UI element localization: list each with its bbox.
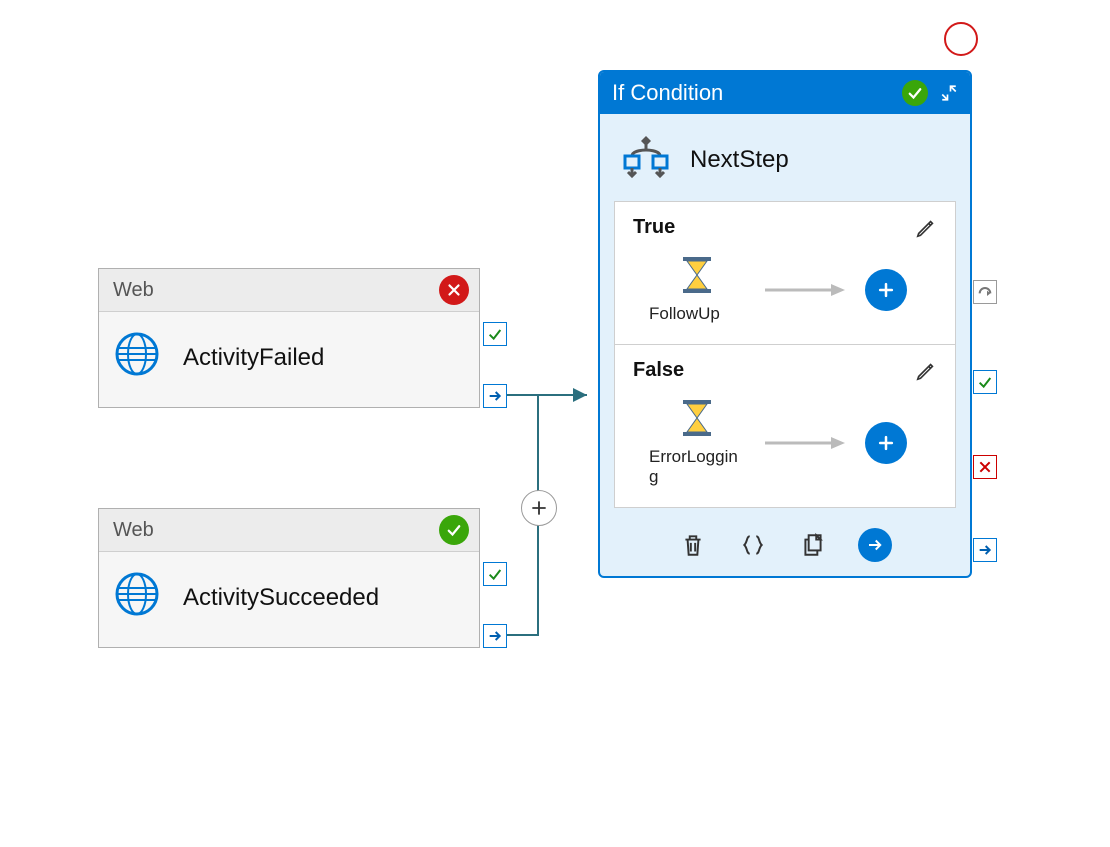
port-completion-if[interactable] <box>973 538 997 562</box>
activity-name: ActivityFailed <box>183 344 324 372</box>
wait-activity-false[interactable]: ErrorLogging <box>649 398 745 487</box>
hourglass-icon <box>679 398 715 447</box>
activity-type-label: Web <box>113 279 154 302</box>
code-braces-icon[interactable] <box>738 530 768 560</box>
flow-arrow <box>765 283 845 297</box>
branch-false[interactable]: False <box>615 344 955 507</box>
if-condition-name: NextStep <box>690 146 789 174</box>
activity-name: ActivitySucceeded <box>183 584 379 612</box>
selection-indicator-circle <box>944 22 978 56</box>
if-condition-name-row: NextStep <box>600 114 970 201</box>
flow-arrow <box>765 436 845 450</box>
wait-activity-name: ErrorLogging <box>649 447 745 487</box>
activity-web-succeeded[interactable]: Web ActivitySucceeded <box>98 508 480 648</box>
port-skipped-if[interactable] <box>973 280 997 304</box>
branch-container: True <box>614 201 956 508</box>
activity-body: ActivitySucceeded <box>99 552 479 647</box>
hourglass-icon <box>679 255 715 304</box>
if-condition-activity[interactable]: If Condition <box>598 70 972 578</box>
activity-header: Web <box>99 269 479 312</box>
next-icon[interactable] <box>858 528 892 562</box>
edit-branch-icon[interactable] <box>915 360 937 382</box>
wait-activity-name: FollowUp <box>649 304 745 324</box>
port-success-if[interactable] <box>973 370 997 394</box>
activity-body: ActivityFailed <box>99 312 479 407</box>
port-completion-activity-failed[interactable] <box>483 384 507 408</box>
globe-icon <box>113 330 161 385</box>
if-condition-toolbar <box>600 518 970 576</box>
branch-label-true: True <box>633 216 675 239</box>
add-activity-junction[interactable] <box>521 490 557 526</box>
branch-icon <box>620 132 672 187</box>
edit-branch-icon[interactable] <box>915 217 937 239</box>
add-activity-false-button[interactable] <box>865 422 907 464</box>
branch-true[interactable]: True <box>615 202 955 344</box>
globe-icon <box>113 570 161 625</box>
status-failed-icon <box>439 275 469 305</box>
copy-icon[interactable] <box>798 530 828 560</box>
port-success-activity-succeeded[interactable] <box>483 562 507 586</box>
delete-icon[interactable] <box>678 530 708 560</box>
port-success-activity-failed[interactable] <box>483 322 507 346</box>
wait-activity-true[interactable]: FollowUp <box>649 255 745 324</box>
activity-web-failed[interactable]: Web ActivityFailed <box>98 268 480 408</box>
add-activity-true-button[interactable] <box>865 269 907 311</box>
port-completion-activity-succeeded[interactable] <box>483 624 507 648</box>
branch-label-false: False <box>633 359 684 382</box>
pipeline-canvas[interactable]: Web ActivityFailed Web <box>0 0 1110 847</box>
if-condition-titlebar[interactable]: If Condition <box>600 72 970 114</box>
activity-type-label: Web <box>113 519 154 542</box>
if-condition-title: If Condition <box>612 80 723 106</box>
collapse-icon[interactable] <box>940 84 958 102</box>
status-success-icon <box>439 515 469 545</box>
status-success-icon <box>902 80 928 106</box>
activity-header: Web <box>99 509 479 552</box>
port-failure-if[interactable] <box>973 455 997 479</box>
